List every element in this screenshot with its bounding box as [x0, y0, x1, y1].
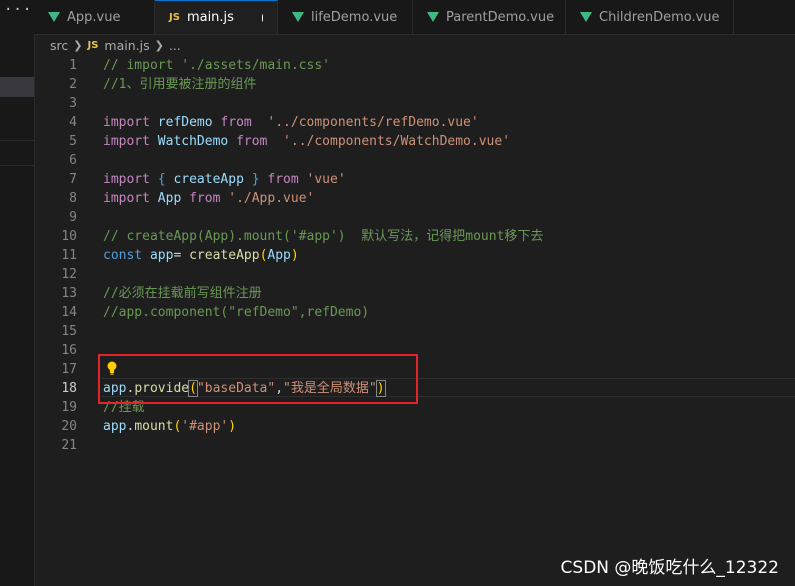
tab-label: main.js: [186, 10, 234, 25]
operator: =: [173, 248, 182, 263]
breadcrumb-folder[interactable]: src: [50, 38, 68, 53]
tab-main-js[interactable]: JS main.js: [155, 0, 278, 34]
keyword: import: [103, 191, 150, 206]
sidebar-selected-item[interactable]: [0, 77, 34, 97]
tab-lifedemo-vue[interactable]: lifeDemo.vue: [278, 0, 413, 34]
activity-sidebar: ···: [0, 0, 35, 586]
annotation-highlight-box: [98, 354, 418, 404]
string: '../components/WatchDemo.vue': [283, 134, 511, 149]
paren: ): [228, 419, 237, 434]
breadcrumb-more[interactable]: ...: [169, 38, 181, 53]
code-editor[interactable]: 1 // import './assets/main.css' 2 //1、引用要被…: [34, 56, 795, 586]
tab-label: App.vue: [67, 9, 121, 25]
breadcrumb-file[interactable]: main.js: [104, 38, 149, 53]
comment: //1、引用要被注册的组件: [103, 77, 257, 92]
comment: //必须在挂载前写组件注册: [103, 286, 262, 301]
string: '#app': [181, 419, 229, 434]
line-number: 13: [61, 286, 77, 301]
identifier: createApp: [173, 172, 244, 187]
line-number: 4: [69, 115, 77, 130]
line-number: 15: [61, 324, 77, 339]
keyword: from: [189, 191, 221, 206]
tab-label: ChildrenDemo.vue: [599, 9, 720, 25]
chevron-right-icon: ❯: [154, 38, 164, 52]
tab-app-vue[interactable]: App.vue: [34, 0, 155, 34]
line-number: 20: [61, 419, 77, 434]
identifier: refDemo: [157, 115, 213, 130]
comment: //app.component("refDemo",refDemo): [103, 305, 370, 320]
identifier: WatchDemo: [157, 134, 229, 149]
line-number: 5: [69, 134, 77, 149]
brace: }: [251, 172, 260, 187]
brace: {: [157, 172, 166, 187]
line-number: 9: [69, 210, 77, 225]
more-actions-icon[interactable]: ···: [4, 2, 32, 18]
string: '../components/refDemo.vue': [267, 115, 479, 130]
line-number: 18: [61, 381, 77, 396]
identifier: app: [149, 248, 174, 263]
line-number: 14: [61, 305, 77, 320]
string: 'vue': [306, 172, 346, 187]
vue-file-icon: [292, 12, 304, 22]
watermark: CSDN @晚饭吃什么_12322: [560, 558, 779, 578]
line-number: 2: [69, 77, 77, 92]
comment: // createApp(App).mount('#app') 默认写法，记得把…: [103, 229, 544, 244]
unsaved-dot-icon[interactable]: [261, 13, 263, 22]
chevron-right-icon: ❯: [73, 38, 83, 52]
breadcrumb: src ❯ JS main.js ❯ ...: [50, 37, 181, 53]
function-name: mount: [134, 419, 174, 434]
tab-parentdemo-vue[interactable]: ParentDemo.vue: [413, 0, 566, 34]
editor-tab-bar: App.vue JS main.js lifeDemo.vue ParentDe…: [34, 0, 795, 35]
js-file-icon: JS: [87, 39, 99, 51]
js-file-icon: JS: [169, 12, 180, 23]
keyword: import: [103, 115, 150, 130]
line-number: 7: [69, 172, 77, 187]
line-number: 6: [69, 153, 77, 168]
vue-file-icon: [427, 12, 439, 22]
line-number: 21: [61, 438, 77, 453]
sidebar-divider: [0, 140, 34, 141]
tab-label: ParentDemo.vue: [446, 9, 555, 25]
keyword: from: [267, 172, 299, 187]
tab-childrendemo-vue[interactable]: ChildrenDemo.vue: [566, 0, 734, 34]
line-number: 1: [69, 58, 77, 73]
line-number: 16: [61, 343, 77, 358]
comment: // import './assets/main.css': [103, 58, 330, 73]
function-name: createApp: [189, 248, 260, 263]
keyword: from: [220, 115, 252, 130]
line-number: 3: [69, 96, 77, 111]
line-number: 10: [61, 229, 77, 244]
tab-label: lifeDemo.vue: [311, 9, 398, 25]
sidebar-divider: [0, 165, 34, 166]
keyword: import: [103, 134, 150, 149]
line-number: 19: [61, 400, 77, 415]
line-number: 12: [61, 267, 77, 282]
keyword: import: [103, 172, 150, 187]
keyword: from: [236, 134, 268, 149]
vue-file-icon: [580, 12, 592, 22]
keyword: const: [103, 248, 143, 263]
paren: ): [290, 248, 299, 263]
identifier: app: [103, 419, 127, 434]
line-number: 8: [69, 191, 77, 206]
string: './App.vue': [228, 191, 315, 206]
line-number: 11: [61, 248, 77, 263]
vue-file-icon: [48, 12, 60, 22]
identifier: App: [157, 191, 182, 206]
line-number: 17: [61, 362, 77, 377]
identifier: App: [267, 248, 291, 263]
